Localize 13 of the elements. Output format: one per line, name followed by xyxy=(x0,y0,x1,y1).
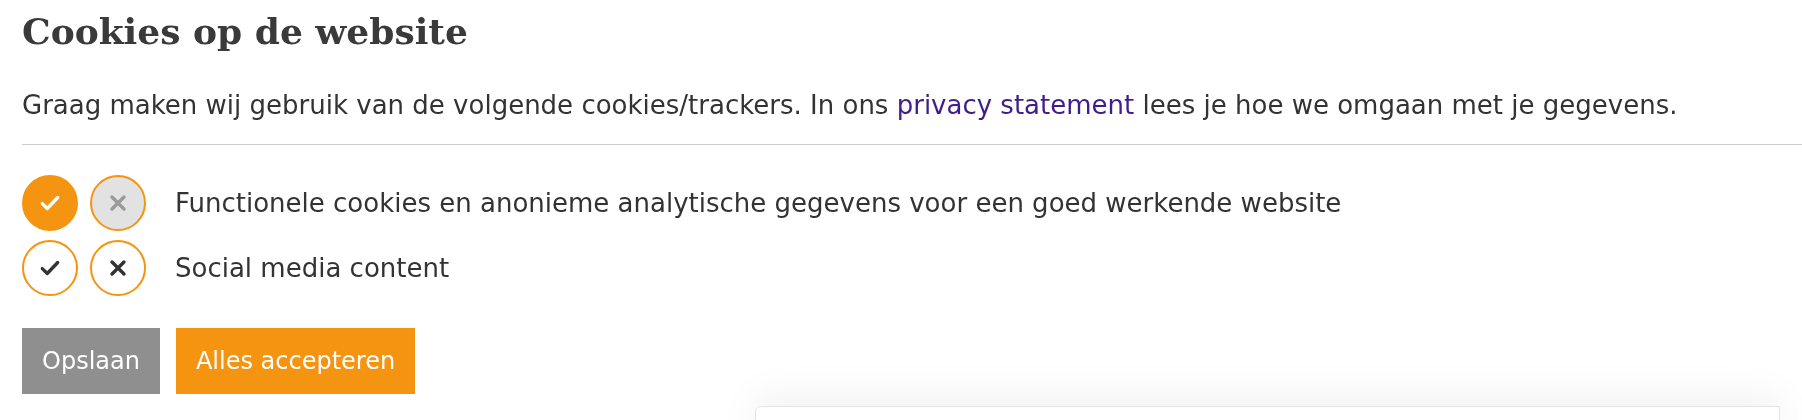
intro-text: Graag maken wij gebruik van de volgende cookies/trackers. In ons privacy statement lees je hoe we omgaan met je gegevens. xyxy=(22,90,1679,120)
action-button[interactable]: Opslaan xyxy=(22,328,160,394)
reject-toggle[interactable] xyxy=(90,240,146,296)
close-icon xyxy=(108,193,128,213)
accept-toggle[interactable] xyxy=(22,175,78,231)
reject-toggle[interactable] xyxy=(90,175,146,231)
accept-toggle[interactable] xyxy=(22,240,78,296)
privacy-link[interactable]: privacy statement xyxy=(896,90,1135,120)
action-button[interactable]: Alles accepteren xyxy=(175,328,416,394)
cookie-label: Functionele cookies en anonieme analytische gegevens voor een goed werkende website xyxy=(175,188,1342,218)
close-icon xyxy=(108,258,128,278)
page-title: Cookies op de website xyxy=(22,10,468,52)
cookie-label: Social media content xyxy=(175,253,450,283)
